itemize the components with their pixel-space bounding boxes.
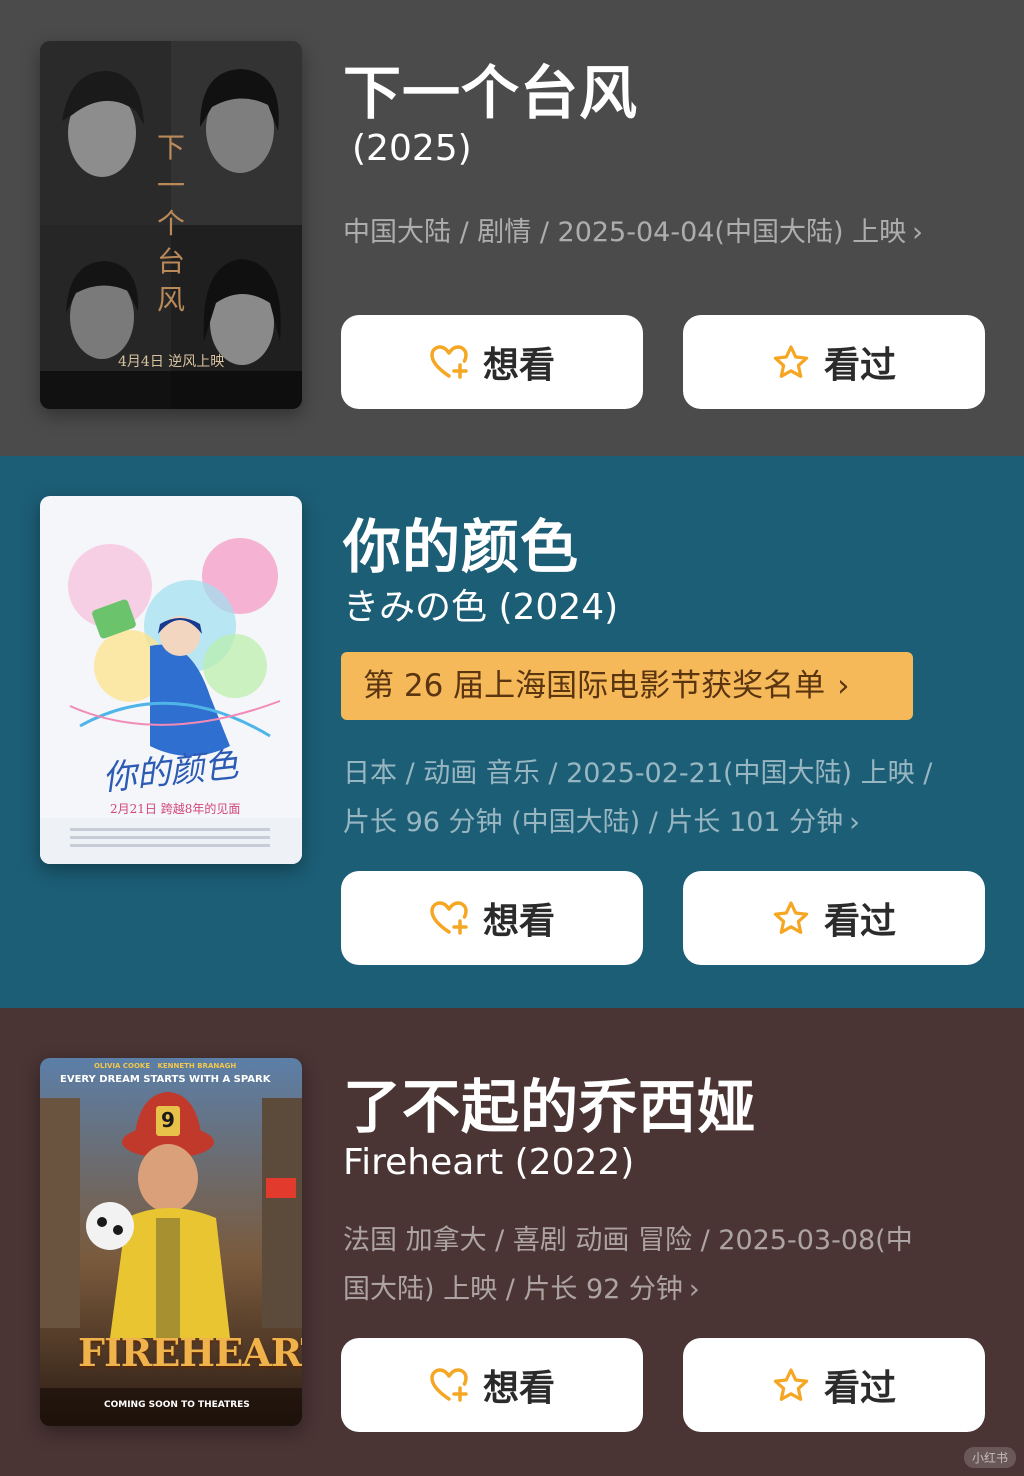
star-icon [773,1368,809,1401]
heart-plus-icon [430,1368,468,1402]
movie-title[interactable]: 了不起的乔西娅 [343,1060,756,1144]
poster-footer: COMING SOON TO THEATRES [104,1400,250,1410]
watched-label: 看过 [823,1368,896,1409]
heart-plus-icon [430,345,468,379]
chevron-right-icon: › [849,807,860,838]
meta-line: 法国 加拿大 / 喜剧 动画 冒险 / 2025-03-08(中 [343,1225,913,1256]
poster-date: 4月4日 逆风上映 [118,354,225,370]
watermark: 小红书 [963,1447,1016,1468]
star-icon [773,901,809,934]
watched-button[interactable]: 看过 [683,1338,985,1432]
heart-plus-icon [430,901,468,935]
chevron-right-icon: › [912,217,923,248]
want-to-watch-button[interactable]: 想看 [341,315,643,409]
poster-date: 2月21日 跨越8年的见面 [110,802,241,816]
poster-vertical-title: 下一个台风 [156,131,185,316]
want-label: 想看 [482,901,555,942]
movie-meta[interactable]: 中国大陆 / 剧情 / 2025-04-04(中国大陆) 上映 › [343,208,983,257]
watched-button[interactable]: 看过 [683,315,985,409]
want-label: 想看 [482,1368,555,1409]
want-to-watch-button[interactable]: 想看 [341,1338,643,1432]
movie-original-title: きみの色 (2024) [343,587,619,628]
meta-line: 国大陆) 上映 / 片长 92 分钟 [343,1274,683,1305]
poster-logo: FIREHEART [78,1330,302,1375]
meta-line: 片长 96 分钟 (中国大陆) / 片长 101 分钟 [343,807,844,838]
watched-label: 看过 [823,901,896,942]
poster-tagline: EVERY DREAM STARTS WITH A SPARK [60,1074,271,1085]
poster-cast-names: OLIVIA COOKE KENNETH BRANAGH [94,1062,237,1070]
star-icon [773,345,809,378]
movie-original-title: Fireheart (2022) [343,1142,635,1183]
award-label: 第 26 届上海国际电影节获奖名单 [363,668,826,704]
watched-button[interactable]: 看过 [683,871,985,965]
movie-meta[interactable]: 法国 加拿大 / 喜剧 动画 冒险 / 2025-03-08(中 国大陆) 上映… [343,1216,983,1314]
movie-poster[interactable]: 下一个台风 4月4日 逆风上映 [40,41,302,409]
movie-card-2[interactable]: 你的颜色 2月21日 跨越8年的见面 你的颜色 きみの色 (2024) 第 26… [0,456,1024,1008]
award-badge[interactable]: 第 26 届上海国际电影节获奖名单 › [341,652,913,720]
movie-card-3[interactable]: OLIVIA COOKE KENNETH BRANAGH EVERY DREAM… [0,1008,1024,1476]
movie-poster[interactable]: OLIVIA COOKE KENNETH BRANAGH EVERY DREAM… [40,1058,302,1426]
poster-helmet-number: 9 [161,1108,175,1132]
meta-line: 日本 / 动画 音乐 / 2025-02-21(中国大陆) 上映 / [343,758,933,789]
movie-year: (2025) [352,128,472,169]
chevron-right-icon: › [837,668,850,704]
movie-title[interactable]: 下一个台风 [343,46,638,130]
movie-poster[interactable]: 你的颜色 2月21日 跨越8年的见面 [40,496,302,864]
want-to-watch-button[interactable]: 想看 [341,871,643,965]
chevron-right-icon: › [688,1274,700,1305]
movie-card-1[interactable]: 下一个台风 4月4日 逆风上映 下一个台风 (2025) 中国大陆 / 剧情 /… [0,0,1024,456]
movie-meta[interactable]: 日本 / 动画 音乐 / 2025-02-21(中国大陆) 上映 / 片长 96… [343,749,983,847]
want-label: 想看 [482,345,555,386]
watched-label: 看过 [823,345,896,386]
meta-line: 中国大陆 / 剧情 / 2025-04-04(中国大陆) 上映 [343,217,907,248]
movie-title[interactable]: 你的颜色 [343,500,579,584]
